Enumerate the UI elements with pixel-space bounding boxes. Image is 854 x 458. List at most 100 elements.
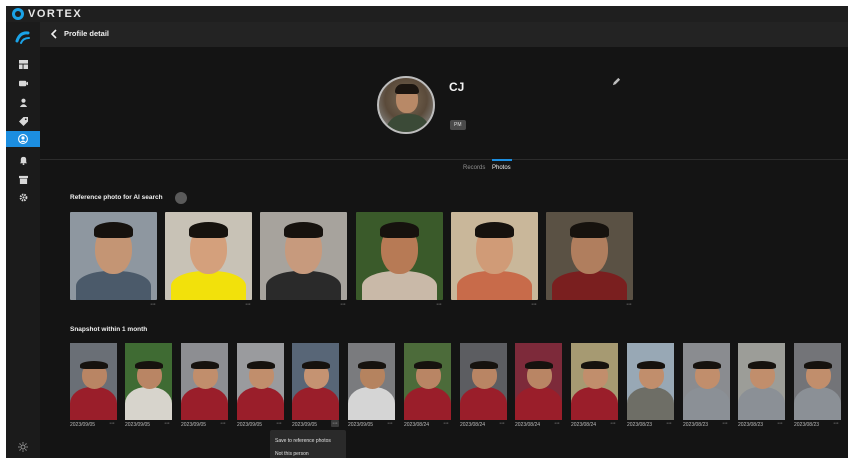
- snapshot-date: 2023/09/05: [181, 422, 207, 428]
- reference-photo[interactable]: [546, 212, 633, 300]
- info-icon[interactable]: [175, 192, 187, 204]
- reference-photo[interactable]: [260, 212, 347, 300]
- more-options-icon[interactable]: ···: [666, 420, 672, 427]
- sidebar-item-vehicles[interactable]: [6, 113, 40, 129]
- reference-section-title: Reference photo for AI search: [70, 194, 163, 201]
- more-options-icon[interactable]: ···: [777, 420, 783, 427]
- person-photo: [70, 343, 117, 420]
- more-options-icon[interactable]: ···: [554, 420, 560, 427]
- snapshot-photo[interactable]: [292, 343, 339, 420]
- sun-icon: [18, 442, 28, 452]
- snapshot-photo[interactable]: [794, 343, 841, 420]
- more-options-icon[interactable]: ···: [499, 420, 505, 427]
- more-options-icon[interactable]: ···: [387, 420, 393, 427]
- more-options-icon[interactable]: ···: [220, 420, 226, 427]
- snapshot-date: 2023/09/05: [70, 422, 96, 428]
- more-options-icon[interactable]: ···: [436, 301, 442, 308]
- snapshot-photo[interactable]: [348, 343, 395, 420]
- active-tab-indicator: [492, 159, 512, 161]
- snapshot-date: 2023/08/23: [683, 422, 709, 428]
- snapshot-date: 2023/09/05: [237, 422, 263, 428]
- more-options-icon[interactable]: ···: [276, 420, 282, 427]
- tabs-divider: [40, 159, 848, 160]
- page-title: Profile detail: [64, 29, 110, 38]
- snapshot-date: 2023/08/24: [571, 422, 597, 428]
- sidebar-item-cameras[interactable]: [6, 75, 40, 91]
- tab-records[interactable]: Records: [463, 165, 485, 171]
- more-options-icon[interactable]: ···: [833, 420, 839, 427]
- snapshot-photo[interactable]: [460, 343, 507, 420]
- snapshot-photo[interactable]: [70, 343, 117, 420]
- snapshot-section-title: Snapshot within 1 month: [70, 326, 148, 333]
- snapshot-photo[interactable]: [125, 343, 172, 420]
- more-options-icon[interactable]: ···: [331, 420, 339, 427]
- pencil-icon[interactable]: [612, 77, 621, 86]
- person-photo: [404, 343, 451, 420]
- person-photo: [181, 343, 228, 420]
- sidebar-item-settings[interactable]: [6, 189, 40, 205]
- person-icon: [19, 98, 27, 107]
- menu-item-not-this-person[interactable]: Not this person: [275, 451, 309, 457]
- vortex-logo-icon: [12, 8, 24, 20]
- snapshot-date: 2023/08/24: [460, 422, 486, 428]
- snapshot-photo[interactable]: [181, 343, 228, 420]
- person-photo: [546, 212, 633, 300]
- profile-icon: [18, 134, 28, 144]
- theme-toggle[interactable]: [6, 440, 40, 454]
- camera-icon: [18, 80, 28, 86]
- chevron-left-icon[interactable]: [48, 28, 60, 40]
- more-options-icon[interactable]: ···: [626, 301, 632, 308]
- more-options-icon[interactable]: ···: [164, 420, 170, 427]
- snapshot-date: 2023/08/23: [794, 422, 820, 428]
- reference-photo[interactable]: [165, 212, 252, 300]
- person-photo: [292, 343, 339, 420]
- person-photo: [683, 343, 730, 420]
- sidebar-item-alerts[interactable]: [6, 152, 40, 168]
- person-photo: [260, 212, 347, 300]
- snapshot-photo[interactable]: [404, 343, 451, 420]
- more-options-icon[interactable]: ···: [610, 420, 616, 427]
- more-options-icon[interactable]: ···: [531, 301, 537, 308]
- person-photo: [165, 212, 252, 300]
- person-photo: [627, 343, 674, 420]
- person-photo: [70, 212, 157, 300]
- person-photo: [125, 343, 172, 420]
- snapshot-photo[interactable]: [627, 343, 674, 420]
- snapshot-photo[interactable]: [738, 343, 785, 420]
- tab-photos[interactable]: Photos: [492, 165, 511, 171]
- bell-icon: [19, 156, 27, 165]
- more-options-icon[interactable]: ···: [150, 301, 156, 308]
- title-bar: VORTEX: [6, 6, 848, 22]
- dashboard-icon: [18, 59, 28, 69]
- snapshot-date: 2023/09/05: [348, 422, 374, 428]
- app-logo-icon: [15, 31, 30, 44]
- sidebar-item-dashboard[interactable]: [6, 56, 40, 72]
- snapshot-photo[interactable]: [237, 343, 284, 420]
- more-options-icon[interactable]: ···: [340, 301, 346, 308]
- snapshot-photo[interactable]: [571, 343, 618, 420]
- role-badge: PM: [450, 120, 466, 130]
- menu-item-save-reference[interactable]: Save to reference photos: [275, 438, 331, 444]
- reference-photo[interactable]: [451, 212, 538, 300]
- sidebar-item-archive[interactable]: [6, 171, 40, 187]
- reference-photo[interactable]: [70, 212, 157, 300]
- person-photo: [237, 343, 284, 420]
- person-photo: [460, 343, 507, 420]
- snapshot-date: 2023/09/05: [292, 422, 318, 428]
- reference-photo[interactable]: [356, 212, 443, 300]
- person-photo: [738, 343, 785, 420]
- tag-icon: [18, 116, 28, 126]
- more-options-icon[interactable]: ···: [109, 420, 115, 427]
- person-photo: [515, 343, 562, 420]
- brand-name: VORTEX: [28, 8, 83, 20]
- archive-icon: [18, 175, 28, 184]
- more-options-icon[interactable]: ···: [722, 420, 728, 427]
- sidebar-item-people[interactable]: [6, 94, 40, 110]
- person-photo: [571, 343, 618, 420]
- more-options-icon[interactable]: ···: [245, 301, 251, 308]
- more-options-icon[interactable]: ···: [443, 420, 449, 427]
- snapshot-photo[interactable]: [515, 343, 562, 420]
- page-header: Profile detail: [40, 22, 848, 47]
- sidebar-item-profiles[interactable]: [6, 131, 40, 147]
- snapshot-photo[interactable]: [683, 343, 730, 420]
